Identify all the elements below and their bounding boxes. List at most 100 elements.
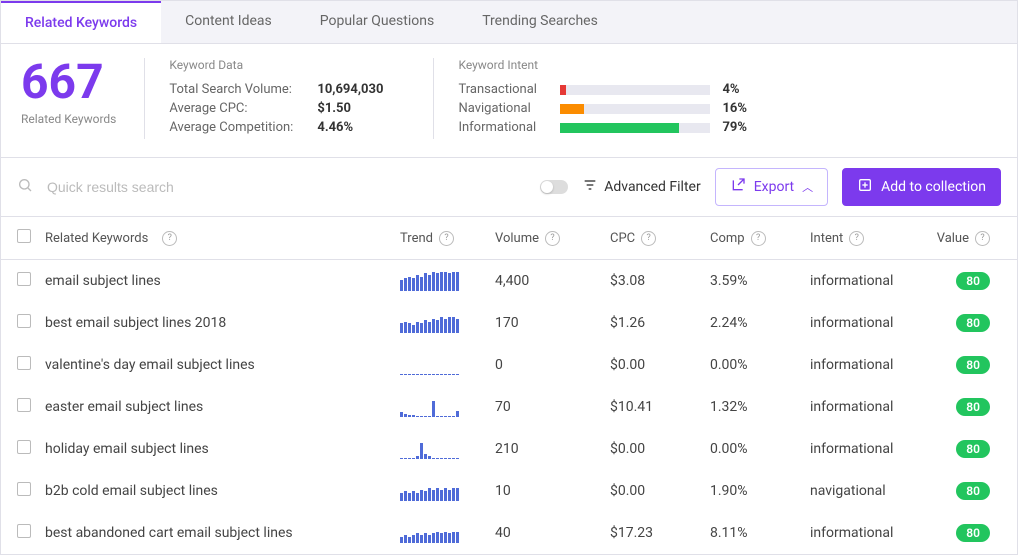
volume-cell: 10 — [495, 483, 610, 499]
trend-cell — [400, 271, 495, 291]
help-icon[interactable]: ? — [641, 231, 656, 246]
row-checkbox[interactable] — [17, 356, 31, 370]
cpc-cell: $0.00 — [610, 357, 710, 373]
tab-popular-questions[interactable]: Popular Questions — [296, 1, 458, 43]
comp-cell: 3.59% — [710, 273, 810, 289]
tab-related-keywords[interactable]: Related Keywords — [1, 1, 161, 43]
help-icon[interactable]: ? — [849, 231, 864, 246]
comp-cell: 8.11% — [710, 525, 810, 541]
sparkline — [400, 439, 459, 459]
help-icon[interactable]: ? — [439, 231, 454, 246]
add-icon — [857, 177, 873, 197]
help-icon[interactable]: ? — [751, 231, 766, 246]
select-all-checkbox[interactable] — [17, 229, 31, 243]
help-icon[interactable]: ? — [975, 231, 990, 246]
keyword-count-label: Related Keywords — [21, 112, 116, 126]
keyword-cell: valentine's day email subject lines — [45, 357, 400, 373]
value-badge: 80 — [956, 356, 990, 374]
export-icon — [730, 177, 746, 197]
keyword-count: 667 — [21, 58, 116, 106]
help-icon[interactable]: ? — [545, 231, 560, 246]
sparkline — [400, 271, 459, 291]
volume-cell: 70 — [495, 399, 610, 415]
table-row: easter email subject lines70$10.411.32%i… — [1, 386, 1017, 428]
keyword-intent-title: Keyword Intent — [458, 58, 997, 72]
value-cell: 80 — [920, 272, 990, 290]
search-icon — [17, 177, 33, 197]
keyword-data-title: Keyword Data — [169, 58, 383, 72]
value-badge: 80 — [956, 440, 990, 458]
add-to-collection-button[interactable]: Add to collection — [842, 168, 1001, 206]
sparkline — [400, 523, 459, 543]
cpc-cell: $0.00 — [610, 441, 710, 457]
cpc-cell: $3.08 — [610, 273, 710, 289]
intent-cell: informational — [810, 441, 920, 457]
keyword-cell: holiday email subject lines — [45, 441, 400, 457]
table-row: best email subject lines 2018170$1.262.2… — [1, 302, 1017, 344]
trend-cell — [400, 397, 495, 417]
row-checkbox[interactable] — [17, 272, 31, 286]
value-badge: 80 — [956, 482, 990, 500]
keyword-intent-block: Keyword Intent Transactional4%Navigation… — [458, 58, 997, 139]
row-checkbox[interactable] — [17, 398, 31, 412]
table-body: email subject lines4,400$3.083.59%inform… — [1, 260, 1017, 554]
value-badge: 80 — [956, 398, 990, 416]
volume-cell: 210 — [495, 441, 610, 457]
keyword-tool-panel: Related KeywordsContent IdeasPopular Que… — [0, 0, 1018, 555]
value-cell: 80 — [920, 440, 990, 458]
toggle-switch[interactable] — [540, 180, 568, 194]
comp-cell: 0.00% — [710, 357, 810, 373]
intent-cell: informational — [810, 357, 920, 373]
export-button[interactable]: Export ︿ — [715, 168, 828, 206]
value-cell: 80 — [920, 398, 990, 416]
comp-cell: 2.24% — [710, 315, 810, 331]
value-cell: 80 — [920, 314, 990, 332]
keyword-cell: b2b cold email subject lines — [45, 483, 400, 499]
trend-cell — [400, 523, 495, 543]
table-row: b2b cold email subject lines 10$0.001.90%… — [1, 470, 1017, 512]
keyword-cell: best email subject lines 2018 — [45, 315, 400, 331]
row-checkbox[interactable] — [17, 482, 31, 496]
sparkline — [400, 313, 459, 333]
value-cell: 80 — [920, 524, 990, 542]
cpc-cell: $1.26 — [610, 315, 710, 331]
cpc-cell: $0.00 — [610, 483, 710, 499]
row-checkbox[interactable] — [17, 524, 31, 538]
row-checkbox[interactable] — [17, 440, 31, 454]
toolbar: Advanced Filter Export ︿ Add to collecti… — [1, 158, 1017, 217]
intent-cell: informational — [810, 399, 920, 415]
volume-cell: 0 — [495, 357, 610, 373]
intent-row: Informational79% — [458, 120, 997, 135]
sparkline — [400, 397, 459, 417]
trend-cell — [400, 439, 495, 459]
value-badge: 80 — [956, 314, 990, 332]
trend-cell — [400, 481, 495, 501]
keyword-data-block: Keyword Data Total Search Volume:10,694,… — [169, 58, 434, 139]
filter-icon — [582, 177, 598, 197]
intent-row: Transactional4% — [458, 82, 997, 97]
advanced-filter-button[interactable]: Advanced Filter — [582, 177, 700, 197]
table-row: best abandoned cart email subject lines4… — [1, 512, 1017, 554]
volume-cell: 4,400 — [495, 273, 610, 289]
comp-cell: 1.32% — [710, 399, 810, 415]
cpc-cell: $10.41 — [610, 399, 710, 415]
search-input[interactable] — [47, 179, 526, 195]
sparkline — [400, 355, 459, 375]
summary: 667 Related Keywords Keyword Data Total … — [1, 44, 1017, 158]
value-cell: 80 — [920, 356, 990, 374]
row-checkbox[interactable] — [17, 314, 31, 328]
keyword-cell: best abandoned cart email subject lines — [45, 525, 400, 541]
help-icon[interactable]: ? — [162, 231, 177, 246]
intent-cell: navigational — [810, 483, 920, 499]
tab-trending-searches[interactable]: Trending Searches — [458, 1, 622, 43]
trend-cell — [400, 355, 495, 375]
table-row: holiday email subject lines 210$0.000.00%… — [1, 428, 1017, 470]
table-header: Related Keywords? Trend? Volume? CPC? Co… — [1, 217, 1017, 260]
count-block: 667 Related Keywords — [21, 58, 145, 139]
table-row: email subject lines4,400$3.083.59%inform… — [1, 260, 1017, 302]
chevron-up-icon: ︿ — [802, 179, 813, 195]
trend-cell — [400, 313, 495, 333]
comp-cell: 1.90% — [710, 483, 810, 499]
tab-content-ideas[interactable]: Content Ideas — [161, 1, 296, 43]
comp-cell: 0.00% — [710, 441, 810, 457]
